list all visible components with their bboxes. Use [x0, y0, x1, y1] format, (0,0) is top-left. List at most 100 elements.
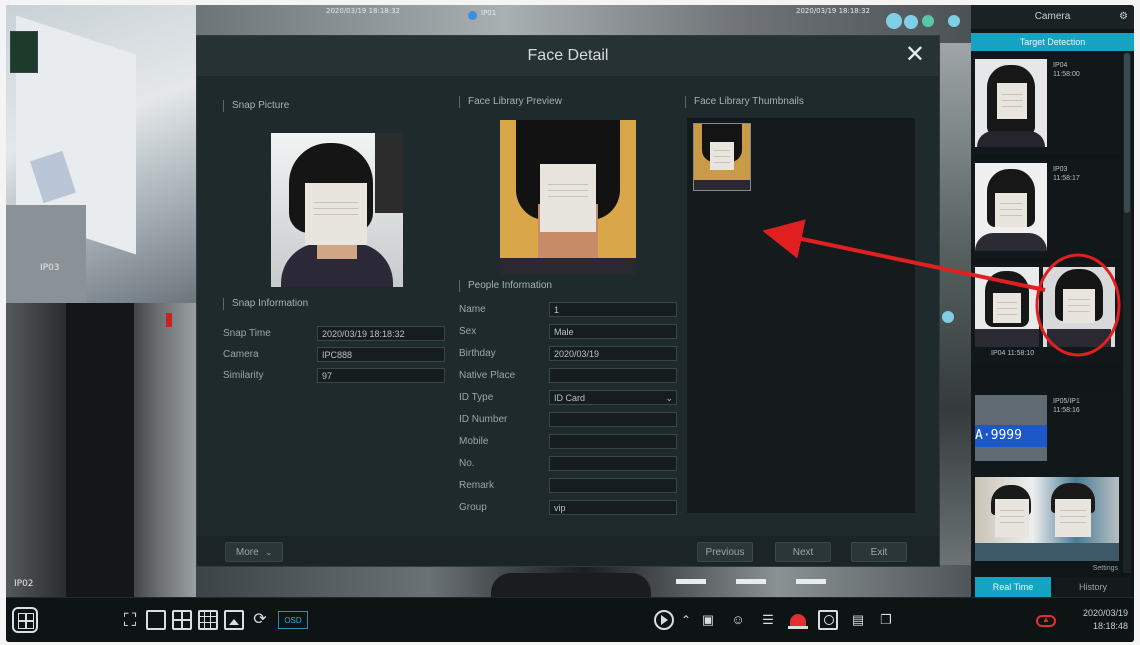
detection-meta: IP03 11:58:17 — [1053, 165, 1080, 183]
panel-mode-tabs: Real Time History — [971, 577, 1134, 597]
more-button[interactable]: More ⌄ — [225, 542, 283, 562]
face-icon[interactable]: ☺ — [728, 610, 748, 630]
picture-in-picture-icon[interactable] — [224, 610, 244, 630]
exit-button[interactable]: Exit — [851, 542, 907, 562]
alarm-dome — [790, 614, 806, 626]
grid-line — [204, 612, 205, 628]
remark-label: Remark — [459, 480, 495, 491]
fullscreen-icon[interactable]: ⛶ — [120, 610, 140, 630]
face-library-thumbnails-panel — [687, 118, 915, 513]
settings-link[interactable]: Settings — [1093, 565, 1118, 572]
alarm-icon[interactable] — [788, 610, 808, 630]
next-button[interactable]: Next — [775, 542, 831, 562]
detection-meta: IP05/IP1 11:58:16 — [1053, 397, 1080, 415]
window-icon[interactable]: ❐ — [876, 610, 896, 630]
chevron-down-icon: ⌄ — [265, 548, 273, 557]
start-menu-cell — [26, 621, 34, 629]
snap-picture — [271, 133, 403, 287]
camera-tile-bottom[interactable] — [196, 565, 971, 597]
gear-icon[interactable]: ⚙ — [1119, 5, 1128, 29]
indicator-light — [166, 313, 172, 327]
shirt — [977, 131, 1045, 147]
detection-item[interactable]: IP03 11:58:17 — [971, 159, 1121, 259]
name-input[interactable]: 1 — [549, 302, 677, 317]
elevator-door — [66, 303, 134, 597]
clock: 2020/03/19 18:18:48 — [1083, 607, 1128, 633]
no-input[interactable] — [549, 456, 677, 471]
section-face-library-thumbnails: Face Library Thumbnails — [685, 96, 804, 108]
birthday-label: Birthday — [459, 348, 496, 359]
face-mask — [995, 499, 1029, 537]
camera-tile-right[interactable] — [936, 43, 971, 565]
panel-title: Camera — [1034, 11, 1071, 22]
camera-tile-ip03[interactable]: IP03 — [6, 5, 196, 303]
mobile-label: Mobile — [459, 436, 489, 447]
tab-target-detection[interactable]: Target Detection — [971, 33, 1134, 51]
face-thumbnail[interactable] — [693, 123, 751, 191]
car — [491, 573, 651, 597]
detection-item-selected[interactable]: IP04 11:58:10 — [971, 263, 1121, 363]
osd-timestamp: 2020/03/19 18:18:32 — [326, 7, 401, 15]
osd-button[interactable]: OSD — [278, 611, 308, 629]
sex-label: Sex — [459, 326, 477, 337]
osd-timestamp: 2020/03/19 18:18:32 — [796, 7, 871, 15]
clock-date: 2020/03/19 — [1082, 608, 1128, 618]
road-marking — [736, 579, 766, 584]
sex-select[interactable]: Male — [549, 324, 677, 339]
start-menu-icon[interactable] — [12, 607, 38, 633]
group-select[interactable]: vip — [549, 500, 677, 515]
layout-9-icon[interactable] — [198, 610, 218, 630]
camera-label: IP02 — [14, 579, 34, 589]
group-label: Group — [459, 502, 487, 513]
similarity-field: 97 — [317, 368, 445, 383]
status-dot — [886, 13, 902, 29]
shirt — [975, 233, 1047, 251]
sequence-icon[interactable]: ⟳ — [250, 610, 270, 630]
previous-button[interactable]: Previous — [697, 542, 753, 562]
grid-line — [210, 612, 211, 628]
tab-real-time[interactable]: Real Time — [975, 577, 1051, 597]
detection-camera: IP04 — [991, 350, 1006, 357]
layout-1-icon[interactable] — [146, 610, 166, 630]
detection-thumbnail — [975, 477, 1119, 561]
grid-line — [174, 619, 190, 621]
list-icon[interactable]: ☰ — [758, 610, 778, 630]
start-menu-cell — [18, 621, 26, 629]
background-object — [375, 133, 403, 213]
native-place-input[interactable] — [549, 368, 677, 383]
close-icon[interactable]: ✕ — [905, 43, 925, 67]
detection-camera: IP04 — [1053, 62, 1068, 69]
id-type-select[interactable]: ID Card ⌄ — [549, 390, 677, 405]
camera-tile-ip02[interactable]: IP02 — [6, 303, 196, 597]
network-icon[interactable]: ▤ — [848, 610, 868, 630]
dialog-footer: More ⌄ Previous Next Exit — [197, 536, 939, 566]
detection-item[interactable] — [971, 473, 1121, 561]
id-number-label: ID Number — [459, 414, 508, 425]
remark-input[interactable] — [549, 478, 677, 493]
layout-4-icon[interactable] — [172, 610, 192, 630]
dialog-titlebar: Face Detail ✕ — [197, 36, 939, 76]
camera-label: Camera — [223, 349, 259, 360]
plate-thumbnail: A·9999 — [975, 395, 1047, 461]
play-icon[interactable] — [654, 610, 674, 630]
clock-time: 18:18:48 — [1092, 621, 1128, 631]
no-label: No. — [459, 458, 475, 469]
mobile-input[interactable] — [549, 434, 677, 449]
tab-history[interactable]: History — [1055, 577, 1131, 597]
id-number-input[interactable] — [549, 412, 677, 427]
face-mask — [540, 164, 596, 232]
face-mask — [1063, 289, 1095, 323]
cloud-upload-icon[interactable]: ▲ — [1036, 610, 1056, 630]
detection-item[interactable]: IP04 11:58:00 — [971, 55, 1121, 155]
panel-scrollbar[interactable] — [1123, 53, 1131, 573]
arrow-up-icon: ▲ — [1042, 615, 1050, 624]
detection-time: 11:58:00 — [1053, 71, 1080, 78]
disk-icon[interactable] — [818, 610, 838, 630]
camera-icon[interactable]: ▣ — [698, 610, 718, 630]
face-mask — [993, 293, 1021, 323]
scrollbar-thumb[interactable] — [1124, 53, 1130, 213]
detection-meta: IP04 11:58:10 — [991, 349, 1034, 358]
id-type-label: ID Type — [459, 392, 494, 403]
chevron-up-icon[interactable]: ⌃ — [676, 610, 696, 630]
birthday-input[interactable]: 2020/03/19 — [549, 346, 677, 361]
